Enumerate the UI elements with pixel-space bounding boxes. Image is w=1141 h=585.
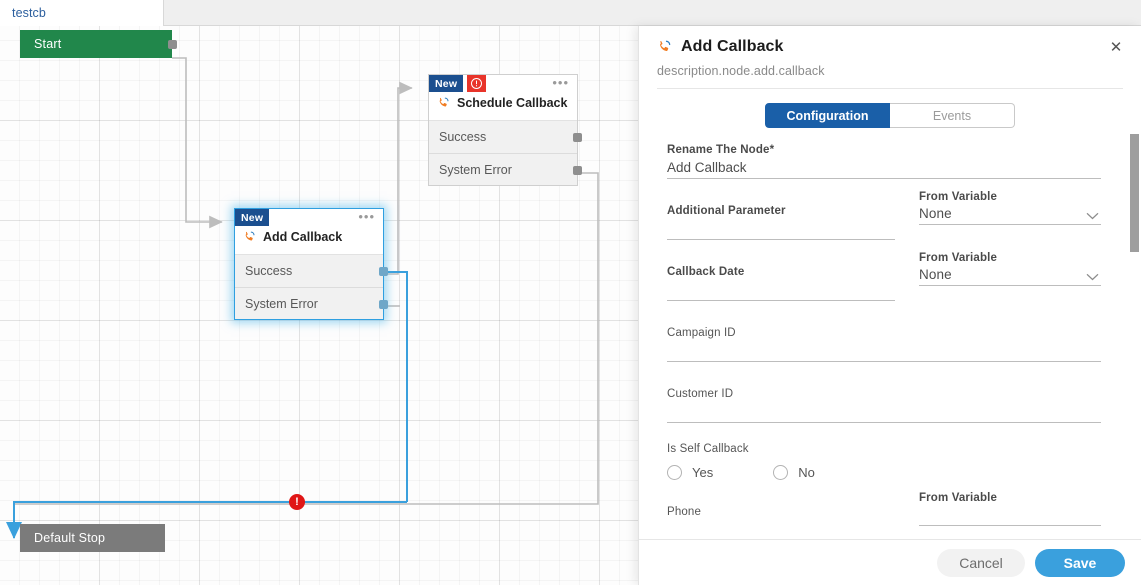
field-campaign-id: Campaign ID	[667, 301, 1101, 362]
node-header: New ••• Schedule Callback	[429, 75, 577, 121]
node-port-success[interactable]: Success	[235, 255, 388, 287]
field-label: From Variable	[919, 252, 998, 264]
node-default-stop[interactable]: Default Stop	[20, 524, 165, 552]
node-menu-icon[interactable]: •••	[358, 210, 375, 223]
node-menu-icon[interactable]: •••	[552, 76, 569, 89]
select-value: None	[919, 206, 952, 221]
field-label: Additional Parameter	[667, 205, 786, 217]
field-is-self-callback: Is Self Callback Yes No	[667, 423, 1101, 480]
node-port-success[interactable]: Success	[429, 121, 582, 153]
node-properties-drawer: ✕ Add Callback description.node.add.call…	[638, 26, 1141, 585]
tab-testcb[interactable]: testcb	[0, 0, 164, 26]
new-badge: New	[429, 75, 464, 92]
tab-strip: testcb	[0, 0, 1141, 26]
radio-yes[interactable]: Yes	[667, 465, 713, 480]
save-button[interactable]: Save	[1035, 548, 1125, 577]
node-default-stop-label: Default Stop	[20, 524, 165, 552]
field-label: Phone	[667, 506, 702, 518]
field-phone-from-variable: From Variable	[919, 480, 1101, 539]
field-label: Is Self Callback	[667, 443, 749, 455]
radio-yes-label: Yes	[692, 465, 714, 480]
node-add-callback[interactable]: New ••• Add Callback Success System Erro…	[234, 208, 388, 320]
callback-date-variable-select[interactable]: None	[919, 264, 1101, 286]
customer-id-input[interactable]	[667, 400, 1101, 422]
node-title: Schedule Callback	[437, 96, 567, 110]
field-additional-parameter: Additional Parameter	[667, 179, 895, 240]
drawer-title-label: Add Callback	[681, 38, 784, 55]
drawer-subtitle: description.node.add.callback	[657, 64, 825, 78]
cancel-button[interactable]: Cancel	[937, 548, 1025, 577]
node-start-out-port[interactable]	[168, 40, 177, 49]
select-value: None	[919, 267, 952, 282]
divider	[657, 88, 1123, 89]
field-rename-node: Rename The Node*	[667, 140, 1101, 179]
node-port-label: System Error	[439, 162, 512, 177]
field-customer-id: Customer ID	[667, 362, 1101, 423]
drawer-tabs: Configuration Events	[639, 89, 1141, 140]
drawer-scrollbar[interactable]	[1130, 134, 1139, 554]
phone-input[interactable]	[667, 518, 895, 539]
tab-events-label: Events	[932, 108, 972, 123]
port-knob-success[interactable]	[379, 267, 388, 276]
close-icon[interactable]: ✕	[1105, 36, 1127, 58]
drawer-header: ✕ Add Callback description.node.add.call…	[639, 26, 1141, 89]
scrollbar-thumb[interactable]	[1130, 134, 1139, 252]
field-label: Customer ID	[667, 388, 734, 400]
field-callback-date-from-variable: From Variable None	[919, 240, 1101, 301]
port-knob-system-error[interactable]	[573, 165, 582, 175]
additional-parameter-input[interactable]	[667, 217, 895, 239]
tab-events[interactable]: Events	[890, 103, 1015, 128]
tab-configuration-label: Configuration	[786, 108, 869, 123]
node-start-label: Start	[20, 30, 172, 58]
node-port-label: Success	[439, 130, 487, 144]
node-title-label: Add Callback	[263, 230, 343, 244]
field-label: Campaign ID	[667, 327, 736, 339]
rename-node-input[interactable]	[667, 156, 1101, 178]
field-callback-date: Callback Date	[667, 240, 895, 301]
node-title: Add Callback	[243, 230, 342, 244]
error-icon[interactable]	[467, 75, 486, 92]
configuration-form[interactable]: Rename The Node* Additional Parameter Fr…	[639, 140, 1141, 539]
radio-no-dot	[773, 465, 789, 480]
node-port-label: Success	[245, 264, 293, 278]
field-additional-parameter-from-variable: From Variable None	[919, 179, 1101, 240]
additional-parameter-variable-select[interactable]: None	[919, 203, 1101, 225]
node-start[interactable]: Start	[20, 30, 177, 58]
field-label: From Variable	[919, 492, 998, 504]
radio-yes-dot	[667, 465, 682, 480]
field-label: Callback Date	[667, 266, 745, 278]
node-port-system-error[interactable]: System Error	[235, 287, 388, 319]
edge-error-badge[interactable]: !	[289, 494, 305, 510]
phone-callback-icon	[439, 97, 449, 107]
is-self-callback-radio-group: Yes No	[667, 455, 1101, 480]
field-phone: Phone	[667, 480, 895, 539]
port-knob-success[interactable]	[573, 133, 582, 142]
field-label: From Variable	[919, 191, 998, 203]
field-label: Rename The Node*	[667, 144, 775, 156]
phone-callback-icon	[660, 40, 671, 51]
node-header: New ••• Add Callback	[235, 209, 383, 255]
campaign-id-input[interactable]	[667, 339, 1101, 361]
radio-no[interactable]: No	[773, 465, 815, 480]
node-title-label: Schedule Callback	[457, 96, 568, 110]
tab-label: testcb	[12, 6, 46, 20]
drawer-footer: Cancel Save	[639, 539, 1141, 585]
port-knob-system-error[interactable]	[379, 299, 388, 309]
drawer-title: Add Callback	[657, 38, 1123, 56]
new-badge: New	[235, 209, 270, 226]
radio-no-label: No	[798, 465, 815, 480]
callback-date-input[interactable]	[667, 278, 895, 300]
node-schedule-callback[interactable]: New ••• Schedule Callback Success System…	[428, 74, 582, 186]
tab-configuration[interactable]: Configuration	[765, 103, 890, 128]
node-port-system-error[interactable]: System Error	[429, 153, 582, 185]
phone-callback-icon	[245, 231, 255, 241]
node-port-label: System Error	[245, 296, 318, 311]
phone-variable-select[interactable]	[919, 504, 1101, 526]
